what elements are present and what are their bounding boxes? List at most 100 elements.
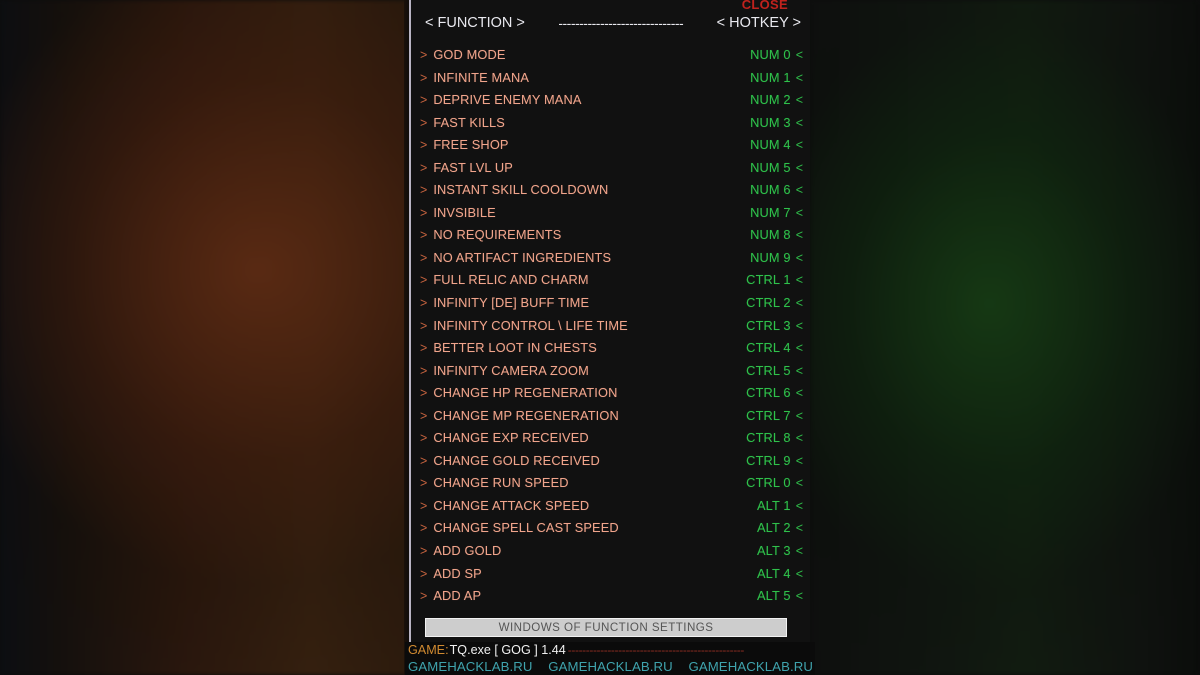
site-credit-link[interactable]: GAMEHACKLAB.RU: [408, 658, 533, 675]
hotkey-label: CTRL 8: [746, 430, 791, 446]
hotkey-label: NUM 1: [750, 69, 791, 85]
row-arrow-right-icon: <: [795, 296, 803, 311]
function-row[interactable]: > INFINITY CAMERA ZOOM CTRL 5 <: [411, 360, 810, 383]
function-row[interactable]: > ADD SP ALT 4 <: [411, 563, 810, 586]
row-arrow-left-icon: >: [420, 341, 428, 356]
function-label: CHANGE EXP RECEIVED: [433, 430, 589, 446]
function-label: FREE SHOP: [433, 137, 509, 153]
row-arrow-right-icon: <: [795, 386, 803, 401]
function-row[interactable]: > CHANGE EXP RECEIVED CTRL 8 <: [411, 427, 810, 450]
row-arrow-left-icon: >: [420, 363, 428, 378]
function-row[interactable]: > FREE SHOP NUM 4 <: [411, 134, 810, 157]
function-label: ADD SP: [433, 565, 482, 581]
footer-separator: ----------------------------------------…: [567, 643, 745, 657]
function-label: CHANGE MP REGENERATION: [433, 407, 619, 423]
hotkey-label: NUM 4: [750, 137, 791, 153]
function-row[interactable]: > CHANGE HP REGENERATION CTRL 6 <: [411, 382, 810, 405]
hotkey-label: CTRL 6: [746, 385, 791, 401]
hotkey-label: NUM 3: [750, 114, 791, 130]
function-row[interactable]: > INVSIBILE NUM 7 <: [411, 202, 810, 225]
row-arrow-right-icon: <: [795, 476, 803, 491]
function-row[interactable]: > GOD MODE NUM 0 <: [411, 44, 810, 67]
function-row[interactable]: > INSTANT SKILL COOLDOWN NUM 6 <: [411, 179, 810, 202]
hotkey-label: ALT 2: [756, 520, 791, 536]
function-row[interactable]: > CHANGE MP REGENERATION CTRL 7 <: [411, 405, 810, 428]
hotkey-label: NUM 6: [750, 182, 791, 198]
function-row[interactable]: > FAST LVL UP NUM 5 <: [411, 157, 810, 180]
row-arrow-right-icon: <: [795, 205, 803, 220]
row-arrow-right-icon: <: [795, 93, 803, 108]
hotkey-label: CTRL 3: [746, 317, 791, 333]
trainer-panel: CLOSE < FUNCTION > ---------------------…: [409, 0, 810, 648]
hotkey-column-header: < HOTKEY >: [716, 15, 801, 31]
function-label: INFINITY [DE] BUFF TIME: [433, 295, 590, 311]
hotkey-label: CTRL 5: [746, 362, 791, 378]
function-row[interactable]: > ADD AP ALT 5 <: [411, 585, 810, 608]
function-label: INSTANT SKILL COOLDOWN: [433, 182, 609, 198]
function-row[interactable]: > CHANGE GOLD RECEIVED CTRL 9 <: [411, 450, 810, 473]
row-arrow-right-icon: <: [795, 453, 803, 468]
function-label: FAST LVL UP: [433, 159, 513, 175]
row-arrow-left-icon: >: [420, 160, 428, 175]
function-row[interactable]: > INFINITE MANA NUM 1 <: [411, 67, 810, 90]
close-button[interactable]: CLOSE: [742, 0, 788, 11]
row-arrow-left-icon: >: [420, 70, 428, 85]
row-arrow-left-icon: >: [420, 408, 428, 423]
hotkey-label: CTRL 9: [746, 452, 791, 468]
row-arrow-left-icon: >: [420, 566, 428, 581]
function-row[interactable]: > BETTER LOOT IN CHESTS CTRL 4 <: [411, 337, 810, 360]
function-label: FAST KILLS: [433, 114, 505, 130]
row-arrow-right-icon: <: [795, 589, 803, 604]
background-glow-right: [810, 0, 1200, 675]
function-row[interactable]: > NO REQUIREMENTS NUM 8 <: [411, 224, 810, 247]
function-label: INFINITY CAMERA ZOOM: [433, 362, 589, 378]
function-row[interactable]: > DEPRIVE ENEMY MANA NUM 2 <: [411, 89, 810, 112]
row-arrow-left-icon: >: [420, 48, 428, 62]
row-arrow-left-icon: >: [420, 115, 428, 130]
function-row[interactable]: > NO ARTIFACT INGREDIENTS NUM 9 <: [411, 247, 810, 270]
function-label: CHANGE RUN SPEED: [433, 475, 569, 491]
row-arrow-left-icon: >: [420, 296, 428, 311]
row-arrow-right-icon: <: [795, 341, 803, 356]
function-row[interactable]: > CHANGE RUN SPEED CTRL 0 <: [411, 472, 810, 495]
panel-header: < FUNCTION > ---------------------------…: [411, 13, 810, 33]
row-arrow-right-icon: <: [795, 498, 803, 513]
function-row[interactable]: > CHANGE SPELL CAST SPEED ALT 2 <: [411, 517, 810, 540]
row-arrow-right-icon: <: [795, 183, 803, 198]
site-credit-link[interactable]: GAMEHACKLAB.RU: [688, 658, 813, 675]
row-arrow-left-icon: >: [420, 93, 428, 108]
function-label: INFINITE MANA: [433, 69, 530, 85]
row-arrow-right-icon: <: [795, 70, 803, 85]
hotkey-label: NUM 8: [750, 227, 791, 243]
row-arrow-left-icon: >: [420, 498, 428, 513]
row-arrow-right-icon: <: [795, 115, 803, 130]
site-credit-link[interactable]: GAMEHACKLAB.RU: [548, 658, 673, 675]
hotkey-label: ALT 3: [756, 543, 791, 559]
row-arrow-right-icon: <: [795, 408, 803, 423]
hotkey-label: CTRL 4: [746, 340, 791, 356]
function-label: INVSIBILE: [433, 204, 496, 220]
function-label: NO ARTIFACT INGREDIENTS: [433, 249, 612, 265]
function-label: GOD MODE: [433, 47, 506, 62]
windows-of-function-settings-button[interactable]: WINDOWS OF FUNCTION SETTINGS: [425, 618, 787, 637]
row-arrow-right-icon: <: [795, 521, 803, 536]
row-arrow-right-icon: <: [795, 363, 803, 378]
function-row[interactable]: > CHANGE ATTACK SPEED ALT 1 <: [411, 495, 810, 518]
function-row[interactable]: > INFINITY CONTROL \ LIFE TIME CTRL 3 <: [411, 315, 810, 338]
site-credits: GAMEHACKLAB.RU GAMEHACKLAB.RU GAMEHACKLAB.…: [408, 658, 815, 675]
function-row[interactable]: > FULL RELIC AND CHARM CTRL 1 <: [411, 269, 810, 292]
row-arrow-right-icon: <: [795, 250, 803, 265]
function-label: CHANGE SPELL CAST SPEED: [433, 520, 619, 536]
function-label: CHANGE ATTACK SPEED: [433, 497, 590, 513]
hotkey-label: ALT 1: [756, 497, 791, 513]
row-arrow-left-icon: >: [420, 386, 428, 401]
row-arrow-right-icon: <: [795, 48, 803, 62]
function-label: BETTER LOOT IN CHESTS: [433, 340, 597, 356]
game-label: GAME:: [408, 643, 449, 657]
function-label: DEPRIVE ENEMY MANA: [433, 92, 582, 108]
function-row[interactable]: > ADD GOLD ALT 3 <: [411, 540, 810, 563]
function-row[interactable]: > FAST KILLS NUM 3 <: [411, 112, 810, 135]
function-row[interactable]: > INFINITY [DE] BUFF TIME CTRL 2 <: [411, 292, 810, 315]
row-arrow-left-icon: >: [420, 205, 428, 220]
hotkey-label: CTRL 2: [746, 295, 791, 311]
